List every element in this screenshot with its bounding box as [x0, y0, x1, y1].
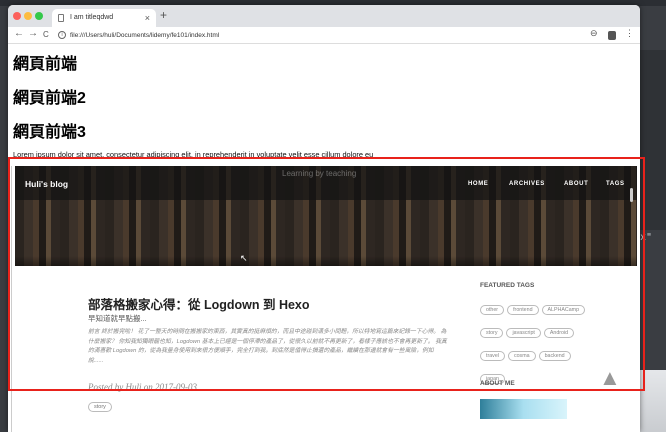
maximize-window-button[interactable]	[35, 12, 43, 20]
minimize-window-button[interactable]	[24, 12, 32, 20]
about-me-image	[480, 399, 567, 419]
browser-toolbar: ← → C i file:///Users/huli/Documents/lid…	[8, 27, 640, 44]
address-bar[interactable]: file:///Users/huli/Documents/lidemy/fe10…	[70, 29, 219, 42]
heading-1: 網頁前端	[13, 56, 78, 73]
info-icon[interactable]: i	[58, 31, 66, 39]
new-tab-button[interactable]: +	[160, 8, 167, 22]
page-icon	[58, 14, 64, 22]
tab-bar: I am titleqdwd × +	[8, 5, 640, 27]
browser-tab[interactable]: I am titleqdwd ×	[52, 9, 156, 27]
close-window-button[interactable]	[13, 12, 21, 20]
forward-button[interactable]: →	[28, 28, 38, 39]
heading-3: 網頁前端3	[13, 124, 86, 141]
zoom-icon[interactable]: ⊖	[590, 28, 598, 39]
highlight-box	[8, 157, 645, 391]
profile-icon[interactable]	[608, 31, 616, 40]
tab-close-icon[interactable]: ×	[145, 9, 150, 27]
tab-title: I am titleqdwd	[70, 14, 114, 21]
back-button[interactable]: ←	[14, 28, 24, 39]
post-tag[interactable]: story	[88, 402, 112, 412]
heading-2: 網頁前端2	[13, 90, 86, 107]
reload-button[interactable]: C	[43, 30, 49, 39]
menu-icon[interactable]: ⋮	[625, 28, 634, 39]
